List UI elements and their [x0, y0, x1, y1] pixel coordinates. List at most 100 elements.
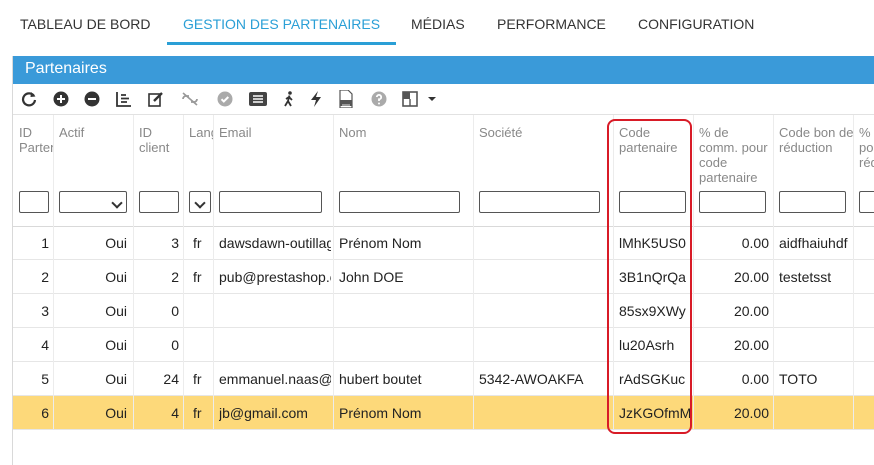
- filter-nom[interactable]: [339, 191, 460, 213]
- cell-code-partenaire: rAdSGKuc: [619, 371, 686, 387]
- col-langue[interactable]: Langue: [189, 125, 213, 140]
- add-icon[interactable]: [53, 91, 69, 107]
- tab-medias[interactable]: MÉDIAS: [411, 16, 465, 32]
- cell-langue: fr: [193, 269, 202, 285]
- cell-commission: 20.00: [733, 337, 769, 353]
- cell-email: emmanuel.naas@: [219, 371, 331, 387]
- cell-id-partner: 5: [41, 371, 49, 387]
- cell-societe: 5342-AWOAKFA: [479, 371, 584, 387]
- col-id-partner[interactable]: ID Partenaire: [19, 125, 53, 155]
- tab-gestion-des-partenaires[interactable]: GESTION DES PARTENAIRES: [183, 16, 380, 32]
- filter-langue-select[interactable]: [189, 191, 211, 213]
- cell-nom: Prénom Nom: [339, 405, 422, 421]
- cell-langue: fr: [193, 235, 202, 251]
- cell-id-partner: 1: [41, 235, 49, 251]
- col-code-bon[interactable]: Code bon de réduction: [779, 125, 855, 155]
- caret-down-icon[interactable]: [427, 91, 437, 107]
- col-nom[interactable]: Nom: [339, 125, 469, 140]
- layout-icon[interactable]: [402, 91, 418, 107]
- cell-code-bon: aidfhaiuhdf: [779, 235, 848, 251]
- grid-header: ID Partenaire Actif ID client Langue Ema…: [13, 115, 874, 227]
- cell-id-client: 0: [171, 337, 179, 353]
- cell-commission: 0.00: [741, 371, 769, 387]
- col-societe[interactable]: Société: [479, 125, 599, 140]
- bar-chart-icon[interactable]: [116, 91, 132, 107]
- filter-id-client[interactable]: [139, 191, 179, 213]
- col-commission[interactable]: % de comm. pour code partenaire: [699, 125, 771, 185]
- cell-id-client: 2: [171, 269, 179, 285]
- col-code-partenaire[interactable]: Code partenaire: [619, 125, 691, 155]
- refresh-icon[interactable]: [21, 91, 37, 107]
- cell-commission: 20.00: [733, 269, 769, 285]
- cell-email: pub@prestashop.com: [219, 269, 331, 285]
- list-icon[interactable]: [249, 91, 267, 107]
- cell-code-partenaire: 3B1nQrQa: [619, 269, 686, 285]
- cell-code-bon: testetsst: [779, 269, 832, 285]
- cell-actif: Oui: [105, 269, 127, 285]
- tab-performance[interactable]: PERFORMANCE: [497, 16, 606, 32]
- walk-icon[interactable]: [281, 91, 297, 107]
- filter-code-partenaire[interactable]: [619, 191, 686, 213]
- cell-code-bon: TOTO: [779, 371, 818, 387]
- remove-icon[interactable]: [84, 91, 100, 107]
- table-row[interactable]: 3 Oui 0 85sx9XWy 20.00: [13, 294, 874, 328]
- active-tab-indicator: [167, 42, 396, 45]
- table-row[interactable]: 1 Oui 3 fr dawsdawn-outillage Prénom Nom lMhK5…: [13, 226, 874, 260]
- toolbar: [13, 84, 874, 115]
- filter-code-bon[interactable]: [779, 191, 846, 213]
- cell-actif: Oui: [105, 303, 127, 319]
- cell-id-client: 0: [171, 303, 179, 319]
- cell-actif: Oui: [105, 235, 127, 251]
- cell-langue: fr: [193, 371, 202, 387]
- cell-commission: 20.00: [733, 405, 769, 421]
- help-icon[interactable]: [371, 91, 387, 107]
- cell-nom: Prénom Nom: [339, 235, 422, 251]
- main-tabs: TABLEAU DE BORD GESTION DES PARTENAIRES …: [0, 0, 874, 46]
- filter-commission[interactable]: [699, 191, 766, 213]
- tab-configuration[interactable]: CONFIGURATION: [638, 16, 754, 32]
- partners-grid: ID Partenaire Actif ID client Langue Ema…: [13, 115, 874, 465]
- cell-id-partner: 2: [41, 269, 49, 285]
- csv-export-icon[interactable]: [338, 90, 354, 108]
- cell-id-partner: 3: [41, 303, 49, 319]
- filter-societe[interactable]: [479, 191, 600, 213]
- cell-actif: Oui: [105, 405, 127, 421]
- cell-langue: fr: [193, 405, 202, 421]
- filter-actif-select[interactable]: [59, 191, 127, 213]
- cell-actif: Oui: [105, 337, 127, 353]
- cell-email: jb@gmail.com: [219, 405, 308, 421]
- lightning-icon[interactable]: [308, 91, 324, 107]
- tab-tableau-de-bord[interactable]: TABLEAU DE BORD: [20, 16, 150, 32]
- cell-actif: Oui: [105, 371, 127, 387]
- col-pct-reduction[interactable]: % pour réd: [859, 125, 874, 170]
- cell-nom: hubert boutet: [339, 371, 422, 387]
- col-actif[interactable]: Actif: [59, 125, 129, 140]
- cell-nom: John DOE: [339, 269, 404, 285]
- table-row[interactable]: 6 Oui 4 fr jb@gmail.com Prénom Nom JzKGOfmM 20.…: [13, 396, 874, 430]
- cell-id-client: 24: [163, 371, 179, 387]
- cell-id-partner: 4: [41, 337, 49, 353]
- unlink-icon[interactable]: [180, 91, 200, 107]
- cell-id-client: 4: [171, 405, 179, 421]
- cell-id-partner: 6: [41, 405, 49, 421]
- cell-code-partenaire: lu20Asrh: [619, 337, 675, 353]
- check-icon[interactable]: [217, 91, 233, 107]
- table-row[interactable]: 4 Oui 0 lu20Asrh 20.00: [13, 328, 874, 362]
- cell-code-partenaire: 85sx9XWy: [619, 303, 686, 319]
- cell-commission: 0.00: [741, 235, 769, 251]
- cell-code-partenaire: lMhK5US0: [619, 235, 686, 251]
- edit-icon[interactable]: [148, 91, 164, 107]
- partners-panel: Partenaires ID Parte Actif ID client Lan…: [12, 56, 874, 465]
- table-row[interactable]: 2 Oui 2 fr pub@prestashop.com John DOE 3B1nQrQ…: [13, 260, 874, 294]
- table-row[interactable]: 5 Oui 24 fr emmanuel.naas@ hubert boutet 5342-…: [13, 362, 874, 396]
- col-email[interactable]: Email: [219, 125, 329, 140]
- filter-id-partner[interactable]: [19, 191, 49, 213]
- cell-commission: 20.00: [733, 303, 769, 319]
- panel-title: Partenaires: [13, 56, 874, 84]
- cell-email: dawsdawn-outillage: [219, 235, 331, 251]
- col-id-client[interactable]: ID client: [139, 125, 179, 155]
- filter-pct-reduction[interactable]: [859, 191, 874, 213]
- cell-id-client: 3: [171, 235, 179, 251]
- filter-email[interactable]: [219, 191, 322, 213]
- cell-code-partenaire: JzKGOfmM: [619, 405, 692, 421]
